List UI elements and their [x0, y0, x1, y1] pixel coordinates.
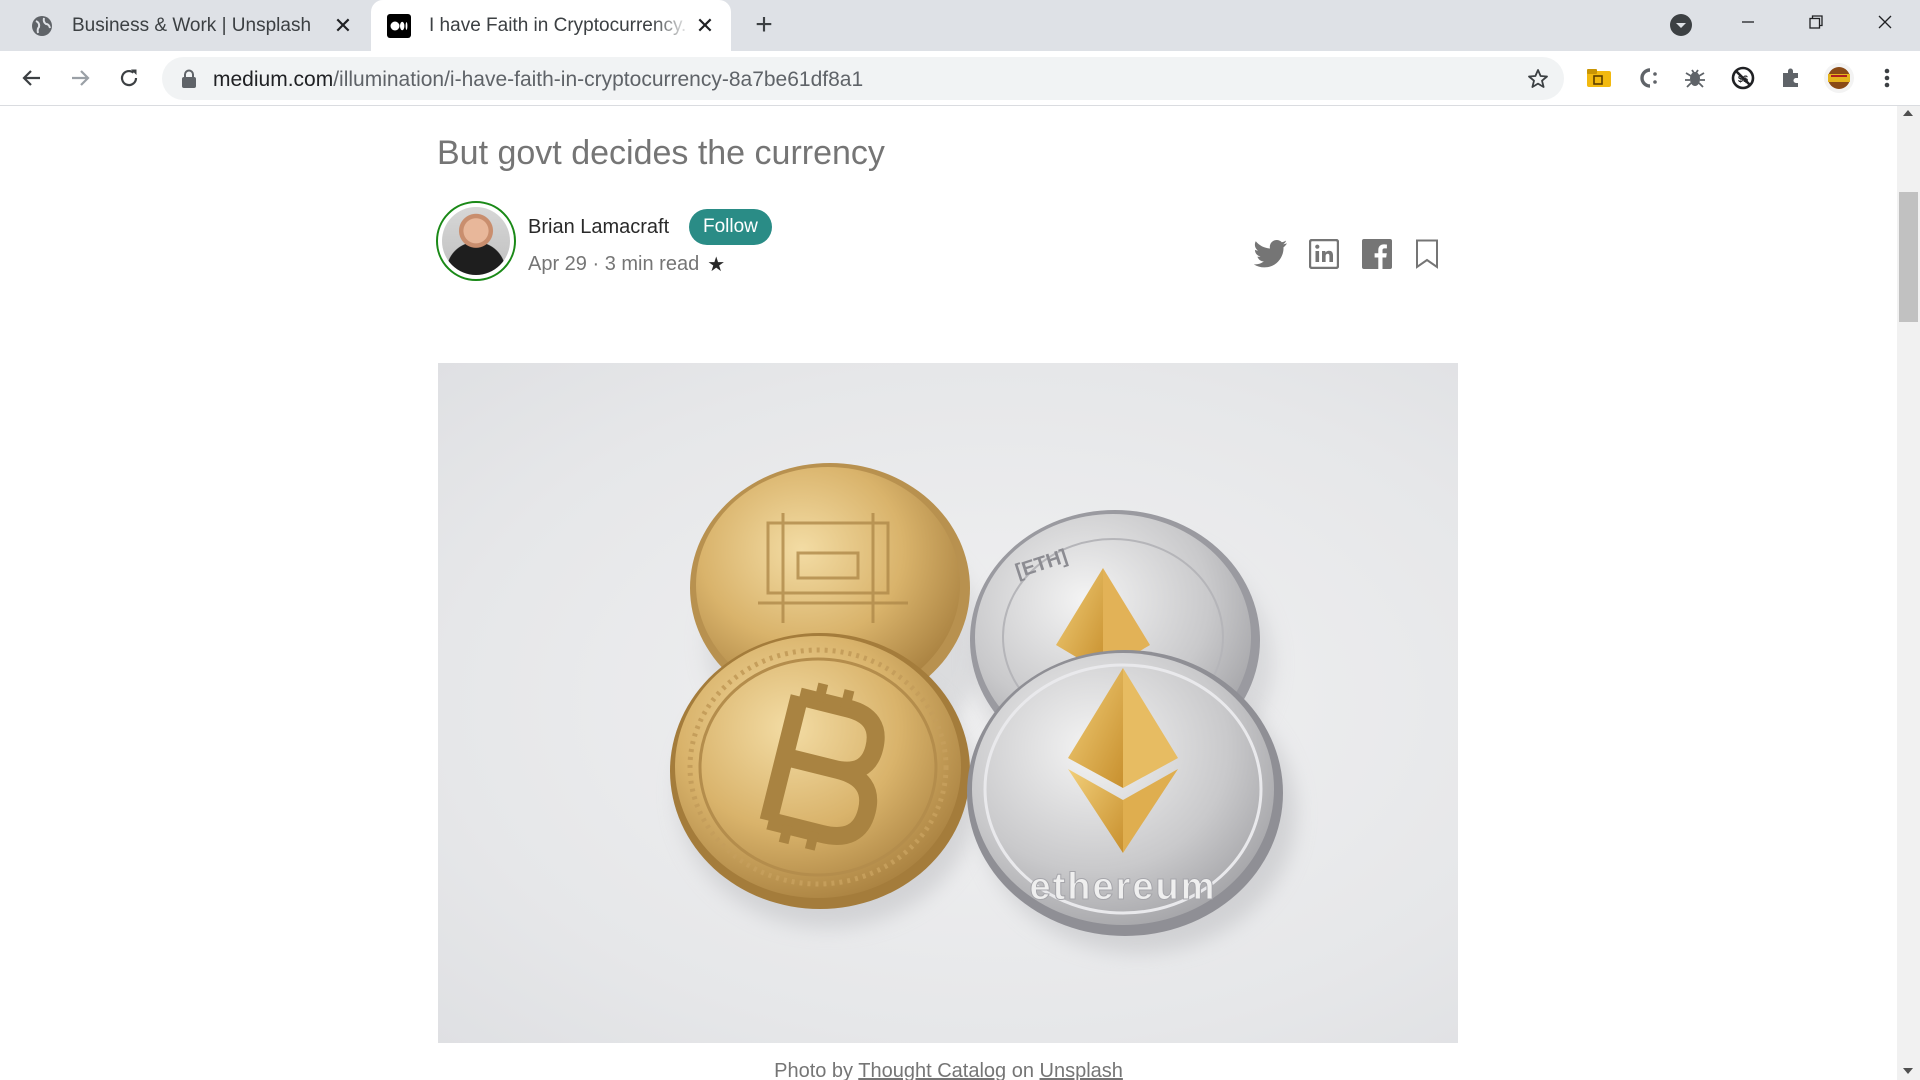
author-name-link[interactable]: Brian Lamacraft: [528, 216, 669, 239]
date-read-time: Apr 29 · 3 min read: [528, 253, 700, 275]
back-button[interactable]: [14, 60, 50, 96]
close-tab-icon[interactable]: ✕: [691, 12, 719, 40]
scroll-down-arrow-icon[interactable]: [1903, 1068, 1913, 1074]
address-bar[interactable]: medium.com/illumination/i-have-faith-in-…: [162, 57, 1564, 100]
browser-menu-button[interactable]: [1870, 61, 1904, 95]
page-viewport: But govt decides the currency Brian Lama…: [0, 106, 1897, 1080]
twitter-share-button[interactable]: [1254, 237, 1288, 271]
profile-avatar-icon[interactable]: [1822, 61, 1856, 95]
bookmark-star-button[interactable]: [1524, 65, 1552, 93]
reload-button[interactable]: [111, 60, 147, 96]
restore-button[interactable]: [1783, 0, 1849, 44]
chevron-down-icon: [1670, 14, 1692, 36]
tab-medium[interactable]: I have Faith in Cryptocurrency. But govt…: [371, 0, 731, 51]
url-host: medium.com: [213, 68, 334, 91]
tab-search-button[interactable]: [1666, 10, 1696, 40]
puzzle-extensions-icon[interactable]: [1774, 61, 1808, 95]
url-path: /illumination/i-have-faith-in-cryptocurr…: [333, 68, 864, 91]
linkedin-share-button[interactable]: [1307, 237, 1341, 271]
bug-extension-icon[interactable]: [1678, 61, 1712, 95]
c-extension-icon[interactable]: [1630, 61, 1664, 95]
browser-toolbar: medium.com/illumination/i-have-faith-in-…: [0, 51, 1920, 106]
minimize-button[interactable]: [1715, 0, 1781, 44]
tab-title: I have Faith in Cryptocurrency. But govt…: [429, 14, 691, 36]
lock-icon: [182, 69, 196, 88]
ethereum-coin-text: ethereum: [1029, 866, 1216, 908]
image-caption: Photo by Thought Catalog on Unsplash: [0, 1060, 1897, 1080]
more-vert-icon: [1884, 68, 1890, 88]
folder-extension-icon[interactable]: [1582, 61, 1616, 95]
tab-strip: Business & Work | Unsplash ✕ I have Fait…: [0, 0, 1920, 51]
article-hero-image: [ETH] ethereum: [438, 363, 1458, 1043]
arrow-right-icon: [72, 70, 90, 86]
bookmark-icon: [1416, 239, 1438, 269]
minimize-icon: [1742, 21, 1754, 23]
close-icon: [1878, 15, 1892, 29]
url-text: medium.com/illumination/i-have-faith-in-…: [213, 68, 863, 92]
caption-prefix: Photo by: [774, 1060, 859, 1080]
medium-logo-icon: [387, 13, 411, 38]
page-scrollbar[interactable]: [1897, 106, 1920, 1080]
linkedin-icon: [1309, 239, 1339, 269]
twitter-icon: [1254, 240, 1287, 268]
article-subtitle: But govt decides the currency: [437, 134, 885, 172]
caption-source-link[interactable]: Unsplash: [1040, 1060, 1123, 1080]
caption-author-link[interactable]: Thought Catalog: [858, 1060, 1006, 1080]
close-tab-icon[interactable]: ✕: [329, 12, 357, 40]
globe-icon: [30, 14, 54, 38]
tab-unsplash[interactable]: Business & Work | Unsplash ✕: [14, 0, 369, 51]
arrow-left-icon: [22, 70, 40, 86]
facebook-icon: [1362, 239, 1392, 269]
tab-title: Business & Work | Unsplash: [72, 14, 312, 36]
caption-middle: on: [1006, 1060, 1040, 1080]
new-tab-button[interactable]: +: [748, 8, 780, 41]
member-star-icon: ★: [707, 254, 726, 276]
star-outline-icon: [1528, 69, 1548, 88]
svg-text:$$: $$: [1738, 74, 1748, 84]
restore-icon: [1809, 15, 1823, 29]
article-meta: Apr 29 · 3 min read ★: [528, 252, 725, 277]
bookmark-button[interactable]: [1410, 237, 1444, 271]
reload-icon: [120, 69, 138, 87]
author-photo: [442, 207, 510, 275]
facebook-share-button[interactable]: [1360, 237, 1394, 271]
follow-button[interactable]: Follow: [689, 209, 772, 245]
scrollbar-thumb[interactable]: [1899, 192, 1918, 322]
forward-button[interactable]: [62, 60, 98, 96]
scroll-up-arrow-icon[interactable]: [1903, 110, 1913, 116]
crypto-coins-illustration: [ETH] ethereum: [670, 463, 1296, 953]
blocked-extension-icon[interactable]: $$: [1726, 61, 1760, 95]
author-avatar[interactable]: [436, 201, 516, 281]
close-window-button[interactable]: [1852, 0, 1918, 44]
